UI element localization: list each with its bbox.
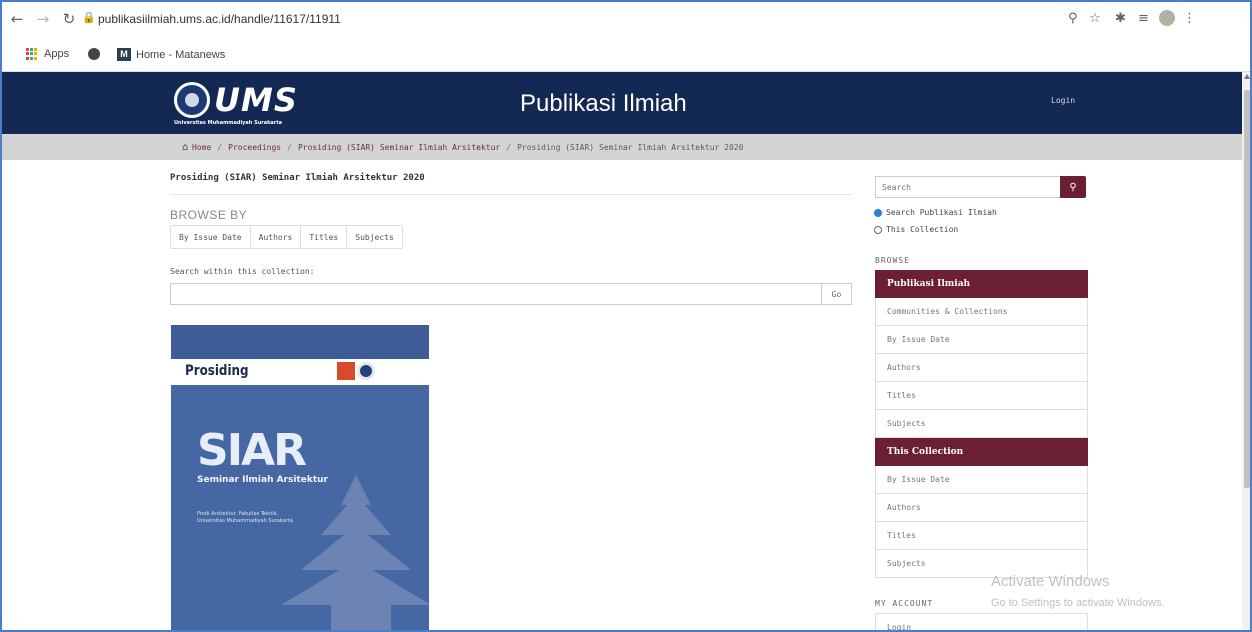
list-item-subjects[interactable]: Subjects [875,410,1088,438]
menu-kebab-icon[interactable]: ⋮ [1183,11,1196,26]
breadcrumb-proceedings[interactable]: Proceedings [228,143,281,152]
back-arrow-icon[interactable]: ← [6,8,28,30]
search-within-input[interactable] [170,283,822,305]
list-item-issue-date[interactable]: By Issue Date [875,326,1088,354]
list-item-authors[interactable]: Authors [875,354,1088,382]
cover-top-band [171,325,429,359]
scroll-up-arrow-icon[interactable] [1244,74,1250,79]
account-list: Login [875,613,1088,630]
radio-unchecked-icon [874,225,882,234]
forward-arrow-icon[interactable]: → [32,8,54,30]
radio-checked-icon [874,208,882,217]
matanews-icon: M [117,48,131,61]
site-header: UMS Universitas Muhammadiyah Surakarta P… [2,72,1242,134]
title-divider [170,194,852,195]
browse-heading: BROWSE [875,256,910,265]
radio-label: Search Publikasi Ilmiah [886,208,997,217]
cover-seal-icon [357,362,375,380]
list-item-communities[interactable]: Communities & Collections [875,298,1088,326]
list-item-issue-date[interactable]: By Issue Date [875,466,1088,494]
search-icon: ⚲ [1069,181,1077,193]
reload-icon[interactable]: ↻ [58,8,80,30]
cover-prosiding-label: Prosiding [185,363,249,379]
cover-logos [337,362,375,380]
page-scrollbar[interactable] [1242,72,1250,630]
browse-tab-issue-date[interactable]: By Issue Date [171,226,251,248]
search-button[interactable]: ⚲ [1060,176,1086,198]
radio-label: This Collection [886,225,959,234]
breadcrumb-siar[interactable]: Prosiding (SIAR) Seminar Ilmiah Arsitekt… [298,143,500,152]
browser-window: ← → ↻ 🔒 publikasiilmiah.ums.ac.id/handle… [0,0,1252,632]
list-item-login[interactable]: Login [875,613,1088,630]
list-item-titles[interactable]: Titles [875,522,1088,550]
list-item-authors[interactable]: Authors [875,494,1088,522]
bookmark-label: Home - Matanews [136,48,226,61]
bookmark-star-icon[interactable]: ☆ [1089,11,1101,26]
address-url[interactable]: publikasiilmiah.ums.ac.id/handle/11617/1… [98,12,341,26]
bookmark-matanews[interactable]: M Home - Matanews [117,48,225,61]
sidebar-search-input[interactable] [875,176,1061,198]
zoom-magnifier-icon[interactable]: ⚲ [1068,11,1078,26]
breadcrumb-separator: / [506,142,512,152]
breadcrumb-home[interactable]: Home [192,143,211,152]
list-heading-collection: This Collection [875,438,1088,466]
ums-logo[interactable]: UMS [174,82,298,118]
profile-avatar-icon[interactable] [1159,10,1175,26]
breadcrumb-separator: / [287,142,292,152]
lock-icon: 🔒 [82,11,96,24]
cover-white-band: Prosiding [171,359,429,385]
cover-logo-icon [337,362,355,380]
home-icon: ⌂ [182,141,189,153]
header-login-link[interactable]: Login [1051,96,1075,105]
collection-cover-image: Prosiding SIAR Seminar Ilmiah Arsitektur… [171,325,429,630]
pagoda-illustration [281,475,429,630]
cover-siar-subtitle: Seminar Ilmiah Arsitektur [197,475,328,485]
browse-tab-titles[interactable]: Titles [301,226,348,248]
browse-by-heading: BROWSE BY [170,208,248,222]
bookmark-label: Apps [44,48,70,60]
globe-icon [88,48,100,60]
apps-grid-icon [26,48,38,60]
activate-windows-title: Activate Windows [991,573,1110,590]
activate-windows-subtitle: Go to Settings to activate Windows. [991,597,1165,609]
extensions-puzzle-icon[interactable]: ✱ [1115,11,1126,26]
radio-this-collection[interactable]: This Collection [874,225,958,234]
scroll-thumb[interactable] [1244,90,1250,488]
my-account-heading: MY ACCOUNT [875,599,934,608]
logo-subtitle: Universitas Muhammadiyah Surakarta [174,120,283,126]
breadcrumb: ⌂ Home / Proceedings / Prosiding (SIAR) … [2,134,1242,160]
cover-affiliation: Prodi Arsitektur, Fakultas Teknik, Unive… [197,511,293,524]
site-title: Publikasi Ilmiah [520,90,687,117]
bookmark-globe[interactable] [88,48,100,60]
browse-tabs: By Issue Date Authors Titles Subjects [170,225,403,249]
go-button[interactable]: Go [821,283,852,305]
browse-list-publikasi: Publikasi Ilmiah Communities & Collectio… [875,270,1088,578]
breadcrumb-separator: / [217,142,223,152]
cover-siar-title: SIAR [197,425,307,476]
browse-tab-authors[interactable]: Authors [250,226,302,248]
list-item-titles[interactable]: Titles [875,382,1088,410]
radio-search-publikasi[interactable]: Search Publikasi Ilmiah [874,208,997,217]
university-seal-icon [174,82,210,118]
breadcrumb-current: Prosiding (SIAR) Seminar Ilmiah Arsitekt… [517,142,744,152]
list-heading-publikasi: Publikasi Ilmiah [875,270,1088,298]
logo-text: UMS [214,81,298,119]
collection-title: Prosiding (SIAR) Seminar Ilmiah Arsitekt… [170,173,425,183]
search-within-label: Search within this collection: [170,267,315,276]
browse-tab-subjects[interactable]: Subjects [347,226,402,248]
bookmark-apps[interactable]: Apps [26,48,69,60]
bookmarks-bar: Apps M Home - Matanews [2,36,1250,72]
reading-list-icon[interactable]: ≡ [1138,11,1149,26]
